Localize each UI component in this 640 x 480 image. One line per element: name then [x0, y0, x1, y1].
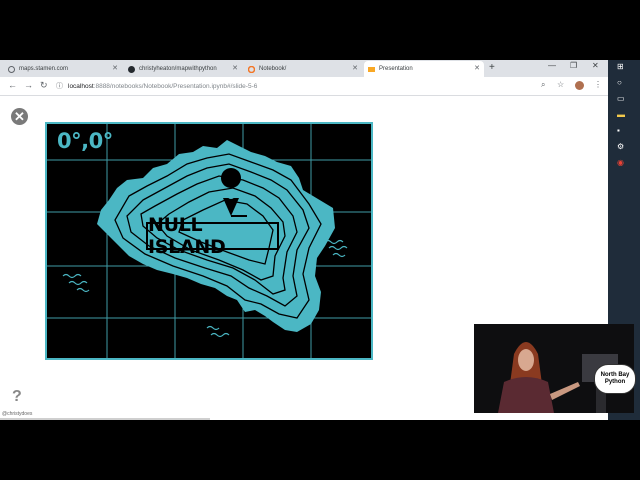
twitter-handle: @christydoes [2, 411, 33, 417]
back-icon[interactable]: ← [8, 80, 17, 90]
horizontal-scrollbar[interactable] [0, 418, 210, 420]
tab-label: christyheaton/mapwithpython [139, 66, 217, 72]
tab-bar: maps.stamen.com ✕ christyheaton/mapwithp… [0, 60, 608, 77]
tab-github[interactable]: christyheaton/mapwithpython ✕ [124, 61, 242, 77]
settings-icon[interactable]: ⚙ [617, 142, 624, 151]
url-path: :8888/notebooks/Notebook/Presentation.ip… [93, 82, 258, 90]
zoom-icon[interactable]: ⌕ [541, 80, 545, 90]
url-field[interactable]: ⓘ localhost :8888/notebooks/Notebook/Pre… [56, 79, 526, 93]
reload-icon[interactable]: ↻ [40, 80, 48, 91]
help-button[interactable]: ? [12, 388, 22, 406]
tab-maps-stamen[interactable]: maps.stamen.com ✕ [4, 61, 122, 77]
tab-label: Presentation [379, 66, 413, 72]
window-close-icon[interactable]: ✕ [592, 61, 599, 70]
app-icon[interactable]: ▪ [617, 126, 620, 135]
logo-line-2: Python [604, 379, 626, 385]
logo-line-1: North Bay [600, 372, 630, 378]
file-explorer-icon[interactable]: ▬ [617, 110, 625, 119]
tab-label: maps.stamen.com [19, 66, 69, 72]
url-host: localhost [68, 82, 94, 90]
restore-icon[interactable]: ❐ [570, 61, 577, 70]
globe-icon [8, 65, 15, 73]
avatar[interactable] [575, 81, 584, 90]
task-view-icon[interactable]: ▭ [617, 94, 625, 103]
windows-start-icon[interactable]: ⊞ [617, 62, 624, 71]
tab-notebook[interactable]: Notebook/ ✕ [244, 61, 362, 77]
jupyter-icon [247, 65, 256, 73]
info-icon: ⓘ [56, 83, 63, 90]
tab-label: Notebook/ [259, 66, 287, 72]
forward-icon[interactable]: → [24, 80, 33, 90]
close-icon[interactable]: ✕ [112, 64, 118, 72]
coordinate-label: 0°,0° [57, 129, 113, 153]
close-icon[interactable]: ✕ [232, 64, 238, 72]
close-icon[interactable]: ✕ [474, 64, 480, 72]
cortana-icon[interactable]: ○ [617, 78, 622, 87]
tab-presentation[interactable]: Presentation ✕ [364, 61, 484, 77]
new-tab-button[interactable]: + [489, 62, 495, 73]
presentation-icon [368, 66, 375, 73]
menu-icon[interactable]: ⋮ [594, 80, 602, 89]
close-presentation-button[interactable]: ✕ [11, 108, 28, 125]
star-icon[interactable]: ☆ [557, 80, 564, 89]
github-icon [128, 65, 135, 73]
north-bay-python-logo: North Bay Python [594, 364, 636, 394]
island-title: NULL ISLAND [146, 214, 279, 258]
chrome-icon[interactable]: ◉ [617, 158, 624, 167]
minimize-icon[interactable]: — [548, 61, 556, 70]
close-icon[interactable]: ✕ [352, 64, 358, 72]
